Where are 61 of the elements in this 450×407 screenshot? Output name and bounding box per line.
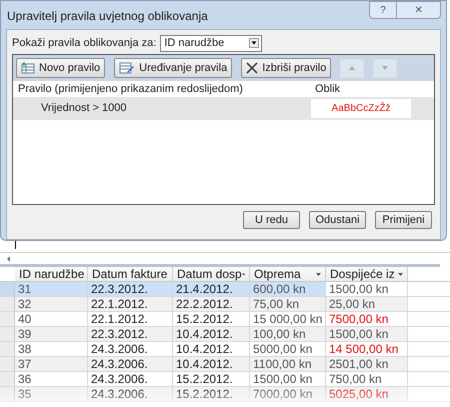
table-cell: 22.2.2012.: [173, 297, 250, 311]
show-rules-label: Pokaži pravila oblikovanja za:: [12, 36, 156, 51]
table-cell: 21.4.2012.: [173, 282, 250, 296]
table-cell: 22.3.2012.: [88, 282, 173, 296]
table-cell: 10.4.2012.: [173, 357, 250, 371]
dialog-button[interactable]: Odustani: [309, 211, 366, 229]
table-cell: 10.4.2012.: [173, 327, 250, 341]
table-row[interactable]: 31 22.3.2012. 21.4.2012. 600,00 kn 1500,00 kn: [0, 282, 450, 297]
table-row[interactable]: 37 24.3.2006. 10.4.2012. 1100,00 kn 2501,00 kn: [0, 357, 450, 372]
table-cell: 2501,00 kn: [326, 357, 408, 371]
dialog-button[interactable]: U redu: [243, 211, 300, 229]
table-cell: 39: [15, 327, 88, 341]
help-button[interactable]: ?: [369, 1, 397, 19]
table-cell: 5025,00 kn: [326, 387, 408, 401]
table-cell: 600,00 kn: [250, 282, 326, 296]
new-rule-button[interactable]: Novo pravilo: [16, 58, 106, 78]
dropdown-arrow-icon: [242, 272, 245, 276]
caret-icon: [249, 38, 260, 48]
table-cell: 1500,00 kn: [326, 327, 408, 341]
edit-rule-button[interactable]: Uređivanje pravila: [114, 58, 232, 78]
column-header[interactable]: ID narudžbe: [15, 267, 88, 281]
column-header: Oblik: [314, 82, 340, 97]
table-cell: 35: [15, 387, 88, 401]
close-button[interactable]: ✕: [397, 1, 441, 19]
table-cell: 24.3.2006.: [88, 387, 173, 401]
table-cell: 15.2.2012.: [173, 387, 250, 401]
edit-table-icon: [119, 62, 136, 74]
rule-text: Vrijednost > 1000: [40, 101, 128, 116]
column-header[interactable]: Otprema: [250, 267, 326, 281]
field-dropdown[interactable]: ID narudžbe: [160, 34, 262, 52]
table-cell: 25,00 kn: [326, 297, 408, 311]
table-cell: 22.3.2012.: [88, 327, 173, 341]
column-header[interactable]: Dospijeće iz: [326, 267, 408, 281]
table-row[interactable]: 38 24.3.2006. 10.4.2012. 5000,00 kn 14 500,00 kn: [0, 342, 450, 357]
column-header[interactable]: Datum fakture: [88, 267, 173, 281]
table-cell: 32: [15, 297, 88, 311]
window-title: Upravitelj pravila uvjetnog oblikovanja: [6, 8, 208, 25]
table-cell: 37: [15, 357, 88, 371]
dropdown-arrow-icon: [316, 272, 321, 276]
format-preview: AaBbCcZzŽž: [311, 99, 411, 118]
table-cell: 24.3.2006.: [88, 357, 173, 371]
column-header: Pravilo (primijenjeno prikazanim redoslijedom): [17, 82, 244, 97]
table-cell: 75,00 kn: [250, 297, 326, 311]
table-cell: 40: [15, 312, 88, 326]
dialog-button[interactable]: Primijeni: [375, 211, 432, 229]
table-row[interactable]: 40 22.1.2012. 15.2.2012. 15 000,00 kn 7500,00 kn: [0, 312, 450, 327]
table-row[interactable]: 32 22.1.2012. 22.2.2012. 75,00 kn 25,00 kn: [0, 297, 450, 312]
table-cell: 1100,00 kn: [250, 357, 326, 371]
table-icon: [21, 62, 35, 74]
table-row[interactable]: 36 24.3.2006. 15.2.2012. 1500,00 kn 750,00 kn: [0, 372, 450, 387]
column-header[interactable]: Datum dosp: [173, 267, 250, 281]
table-cell: 31: [15, 282, 88, 296]
table-row[interactable]: 35 24.3.2006. 15.2.2012. 7000,00 kn 5025,00 kn: [0, 387, 450, 402]
table-cell: 22.1.2012.: [88, 297, 173, 311]
delete-rule-button[interactable]: Izbriši pravilo: [241, 58, 332, 78]
dropdown-arrow-icon: [398, 272, 403, 276]
table-cell: 100,00 kn: [250, 327, 326, 341]
table-row[interactable]: 39 22.3.2012. 10.4.2012. 100,00 kn 1500,00 kn: [0, 327, 450, 342]
delete-icon: [246, 62, 258, 74]
rule-row[interactable]: Vrijednost > 1000 AaBbCcZzŽž: [13, 97, 434, 120]
table-cell: 7000,00 kn: [250, 387, 326, 401]
